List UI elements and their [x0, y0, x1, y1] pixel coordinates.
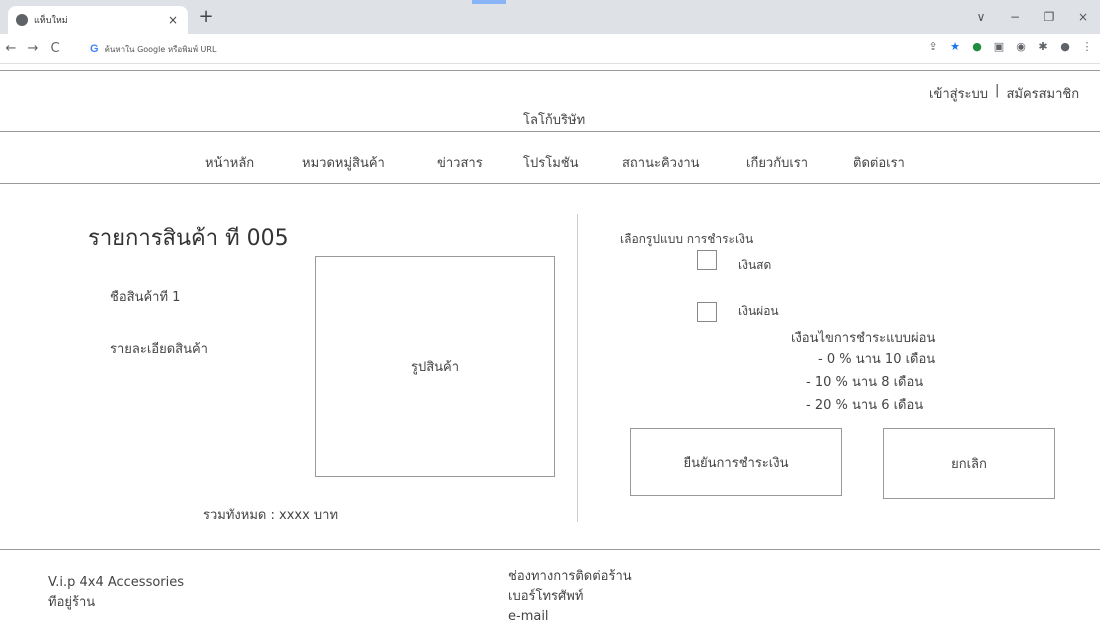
auth-separator: |	[995, 83, 1000, 98]
product-name: ชือสินค้าที 1	[110, 290, 181, 305]
installment-condition: - 20 % นาน 6 เดือน	[806, 398, 924, 413]
company-logo[interactable]: โลโก้บริษัท	[523, 109, 585, 130]
product-detail: รายละเอียดสินค้า	[110, 342, 208, 357]
extensions-puzzle-icon[interactable]: ✱	[1036, 40, 1050, 54]
register-link[interactable]: สมัครสมาชิก	[1006, 83, 1079, 104]
toolbar-icons: ⇪ ★ ● ▣ ◉ ✱ ● ⋮	[926, 40, 1094, 54]
reload-icon[interactable]: C	[44, 41, 66, 56]
maximize-icon[interactable]: ❐	[1032, 10, 1066, 24]
footer-contact-info: ช่องทางการติดต่อร้าน เบอร์โทรศัพท์ e-mai…	[508, 567, 632, 627]
product-image: รูปสินค้า	[315, 256, 555, 477]
nav-home[interactable]: หน้าหลัก	[205, 152, 254, 173]
extension-green-icon[interactable]: ●	[970, 40, 984, 54]
main-nav: หน้าหลัก หมวดหมู่สินค้า ข่าวสาร โปรโมชัน…	[0, 132, 1100, 184]
site-header: โลโก้บริษัท เข้าสู่ระบบ | สมัครสมาชิก	[0, 70, 1100, 132]
contact-phone[interactable]: เบอร์โทรศัพท์	[508, 587, 632, 607]
confirm-payment-label: ยืนยันการชำระเงิน	[683, 455, 789, 471]
column-divider	[577, 214, 578, 522]
cash-label: เงินสด	[738, 258, 772, 272]
nav-news[interactable]: ข่าวสาร	[437, 152, 483, 173]
installment-conditions-title: เงือนไขการชำระแบบผ่อน	[791, 331, 936, 346]
contact-title: ช่องทางการติดต่อร้าน	[508, 569, 632, 584]
installment-condition: - 10 % นาน 8 เดือน	[806, 375, 924, 390]
browser-tab[interactable]: แท็บใหม่ ×	[8, 6, 188, 34]
bookmark-star-icon[interactable]: ★	[948, 40, 962, 54]
cancel-button[interactable]: ยกเลิก	[883, 428, 1055, 499]
cancel-label: ยกเลิก	[951, 457, 987, 472]
forward-icon[interactable]: →	[22, 41, 44, 56]
auth-links: เข้าสู่ระบบ | สมัครสมาชิก	[929, 83, 1079, 104]
extension-circle-icon[interactable]: ◉	[1014, 40, 1028, 54]
shop-name: V.i.p 4x4 Accessories	[48, 575, 185, 590]
login-link[interactable]: เข้าสู่ระบบ	[929, 83, 988, 104]
installment-condition: - 0 % นาน 10 เดือน	[818, 352, 936, 367]
browser-tab-strip: แท็บใหม่ × + ∨ − ❐ ×	[0, 0, 1100, 34]
browser-toolbar: ← → C G ค้นหาใน Google หรือพิมพ์ URL ⇪ ★…	[0, 34, 1100, 64]
nav-queue-status[interactable]: สถานะคิวงาน	[622, 152, 700, 173]
footer-shop-info: V.i.p 4x4 Accessories ทีอยู่ร้าน	[48, 573, 184, 613]
nav-contact[interactable]: ติดต่อเรา	[853, 152, 905, 173]
nav-about[interactable]: เกียวกับเรา	[746, 152, 808, 173]
product-list-title: รายการสินค้า ที 005	[88, 226, 289, 251]
new-tab-button[interactable]: +	[194, 6, 218, 30]
chrome-icon	[16, 14, 28, 26]
back-icon[interactable]: ←	[0, 41, 22, 56]
address-placeholder: ค้นหาใน Google หรือพิมพ์ URL	[104, 44, 217, 54]
tab-title: แท็บใหม่	[34, 16, 68, 26]
product-image-label: รูปสินค้า	[410, 360, 460, 375]
contact-email[interactable]: e-mail	[508, 607, 632, 627]
total-price: รวมทังหมด : xxxx บาท	[203, 508, 339, 523]
minimize-icon[interactable]: −	[998, 10, 1032, 24]
cash-checkbox[interactable]	[697, 250, 717, 270]
close-window-icon[interactable]: ×	[1066, 10, 1100, 24]
payment-heading: เลือกรูปแบบ การชำระเงิน	[620, 232, 754, 246]
close-tab-icon[interactable]: ×	[166, 13, 180, 27]
confirm-payment-button[interactable]: ยืนยันการชำระเงิน	[630, 428, 842, 496]
tab-search-icon[interactable]: ∨	[964, 10, 998, 24]
shop-address: ทีอยู่ร้าน	[48, 595, 96, 610]
nav-categories[interactable]: หมวดหมู่สินค้า	[302, 152, 385, 173]
installment-checkbox[interactable]	[697, 302, 717, 322]
share-icon[interactable]: ⇪	[926, 40, 940, 54]
profile-avatar-icon[interactable]: ●	[1058, 40, 1072, 54]
window-controls: ∨ − ❐ ×	[964, 0, 1100, 34]
menu-kebab-icon[interactable]: ⋮	[1080, 40, 1094, 54]
nav-promotions[interactable]: โปรโมชัน	[523, 152, 578, 173]
installment-label: เงินผ่อน	[738, 304, 779, 318]
checkout-content: รายการสินค้า ที 005 ชือสินค้าที 1 รายละเ…	[0, 184, 1100, 550]
tab-strip-indicator	[472, 0, 506, 4]
extension-pdf-icon[interactable]: ▣	[992, 40, 1006, 54]
google-icon: G	[90, 43, 99, 55]
